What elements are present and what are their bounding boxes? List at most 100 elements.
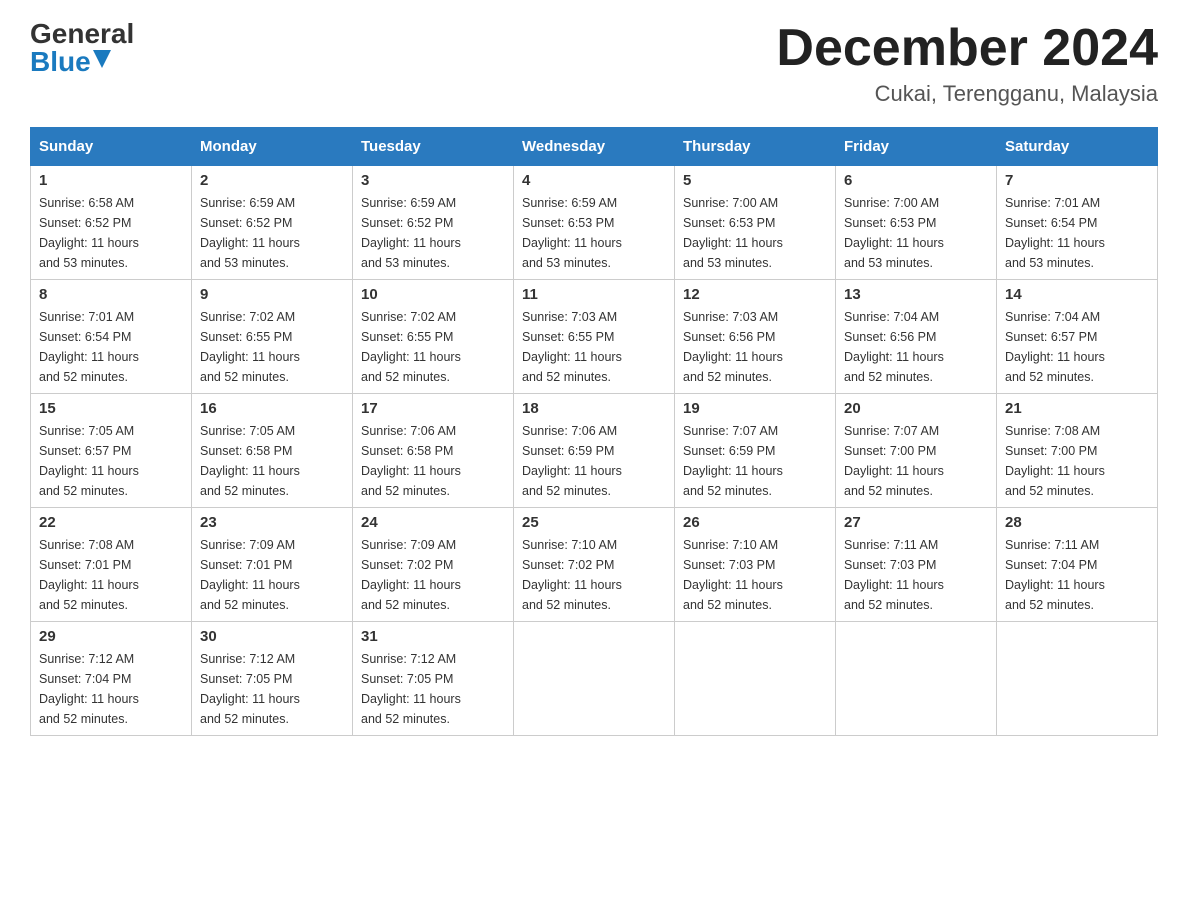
day-info: Sunrise: 7:08 AMSunset: 7:00 PMDaylight:… [1005, 421, 1149, 501]
calendar-day-cell: 14 Sunrise: 7:04 AMSunset: 6:57 PMDayligh… [997, 280, 1158, 394]
calendar-day-cell [997, 622, 1158, 736]
calendar-weekday-thursday: Thursday [675, 128, 836, 166]
day-number: 17 [361, 400, 505, 417]
day-info: Sunrise: 7:05 AMSunset: 6:58 PMDaylight:… [200, 421, 344, 501]
day-number: 5 [683, 172, 827, 189]
calendar-day-cell: 28 Sunrise: 7:11 AMSunset: 7:04 PMDayligh… [997, 508, 1158, 622]
day-info: Sunrise: 7:06 AMSunset: 6:58 PMDaylight:… [361, 421, 505, 501]
calendar-day-cell: 25 Sunrise: 7:10 AMSunset: 7:02 PMDayligh… [514, 508, 675, 622]
calendar-day-cell: 30 Sunrise: 7:12 AMSunset: 7:05 PMDayligh… [192, 622, 353, 736]
day-info: Sunrise: 7:12 AMSunset: 7:05 PMDaylight:… [200, 649, 344, 729]
calendar-day-cell [836, 622, 997, 736]
calendar-day-cell: 2Sunrise: 6:59 AMSunset: 6:52 PMDaylight… [192, 166, 353, 280]
calendar-day-cell: 26 Sunrise: 7:10 AMSunset: 7:03 PMDayligh… [675, 508, 836, 622]
day-info: Sunrise: 7:00 AMSunset: 6:53 PMDaylight:… [844, 193, 988, 273]
day-number: 14 [1005, 286, 1149, 303]
day-number: 4 [522, 172, 666, 189]
day-number: 25 [522, 514, 666, 531]
day-number: 23 [200, 514, 344, 531]
calendar-day-cell: 18 Sunrise: 7:06 AMSunset: 6:59 PMDayligh… [514, 394, 675, 508]
calendar-weekday-monday: Monday [192, 128, 353, 166]
day-info: Sunrise: 7:06 AMSunset: 6:59 PMDaylight:… [522, 421, 666, 501]
day-info: Sunrise: 7:10 AMSunset: 7:03 PMDaylight:… [683, 535, 827, 615]
calendar-day-cell: 23 Sunrise: 7:09 AMSunset: 7:01 PMDayligh… [192, 508, 353, 622]
calendar-day-cell: 6 Sunrise: 7:00 AMSunset: 6:53 PMDaylight… [836, 166, 997, 280]
day-info: Sunrise: 7:11 AMSunset: 7:04 PMDaylight:… [1005, 535, 1149, 615]
day-info: Sunrise: 6:59 AMSunset: 6:53 PMDaylight:… [522, 193, 666, 273]
calendar-table: SundayMondayTuesdayWednesdayThursdayFrid… [30, 127, 1158, 736]
day-info: Sunrise: 7:02 AMSunset: 6:55 PMDaylight:… [361, 307, 505, 387]
day-info: Sunrise: 7:12 AMSunset: 7:05 PMDaylight:… [361, 649, 505, 729]
calendar-day-cell: 1 Sunrise: 6:58 AMSunset: 6:52 PMDaylight… [31, 166, 192, 280]
day-number: 21 [1005, 400, 1149, 417]
calendar-day-cell: 11Sunrise: 7:03 AMSunset: 6:55 PMDayligh… [514, 280, 675, 394]
calendar-day-cell: 24 Sunrise: 7:09 AMSunset: 7:02 PMDayligh… [353, 508, 514, 622]
calendar-week-row: 22 Sunrise: 7:08 AMSunset: 7:01 PMDayligh… [31, 508, 1158, 622]
header: General Blue December 2024 Cukai, Tereng… [30, 20, 1158, 107]
day-number: 22 [39, 514, 183, 531]
day-info: Sunrise: 7:04 AMSunset: 6:56 PMDaylight:… [844, 307, 988, 387]
day-info: Sunrise: 7:01 AMSunset: 6:54 PMDaylight:… [39, 307, 183, 387]
calendar-header-row: SundayMondayTuesdayWednesdayThursdayFrid… [31, 128, 1158, 166]
day-info: Sunrise: 7:11 AMSunset: 7:03 PMDaylight:… [844, 535, 988, 615]
day-info: Sunrise: 7:00 AMSunset: 6:53 PMDaylight:… [683, 193, 827, 273]
page-title: December 2024 [776, 20, 1158, 77]
day-info: Sunrise: 7:02 AMSunset: 6:55 PMDaylight:… [200, 307, 344, 387]
calendar-day-cell: 19Sunrise: 7:07 AMSunset: 6:59 PMDayligh… [675, 394, 836, 508]
calendar-day-cell: 13 Sunrise: 7:04 AMSunset: 6:56 PMDayligh… [836, 280, 997, 394]
calendar-day-cell: 5 Sunrise: 7:00 AMSunset: 6:53 PMDaylight… [675, 166, 836, 280]
logo-triangle-icon [93, 50, 111, 68]
day-info: Sunrise: 6:58 AMSunset: 6:52 PMDaylight:… [39, 193, 183, 273]
day-number: 13 [844, 286, 988, 303]
calendar-week-row: 8 Sunrise: 7:01 AMSunset: 6:54 PMDaylight… [31, 280, 1158, 394]
day-number: 18 [522, 400, 666, 417]
calendar-day-cell [675, 622, 836, 736]
day-info: Sunrise: 6:59 AMSunset: 6:52 PMDaylight:… [200, 193, 344, 273]
day-number: 7 [1005, 172, 1149, 189]
day-info: Sunrise: 7:07 AMSunset: 7:00 PMDaylight:… [844, 421, 988, 501]
day-info: Sunrise: 6:59 AMSunset: 6:52 PMDaylight:… [361, 193, 505, 273]
calendar-day-cell: 27 Sunrise: 7:11 AMSunset: 7:03 PMDayligh… [836, 508, 997, 622]
day-info: Sunrise: 7:03 AMSunset: 6:55 PMDaylight:… [522, 307, 666, 387]
calendar-day-cell: 21 Sunrise: 7:08 AMSunset: 7:00 PMDayligh… [997, 394, 1158, 508]
page-subtitle: Cukai, Terengganu, Malaysia [776, 81, 1158, 107]
calendar-day-cell: 16Sunrise: 7:05 AMSunset: 6:58 PMDayligh… [192, 394, 353, 508]
day-number: 28 [1005, 514, 1149, 531]
calendar-day-cell: 29Sunrise: 7:12 AMSunset: 7:04 PMDayligh… [31, 622, 192, 736]
day-number: 26 [683, 514, 827, 531]
day-number: 8 [39, 286, 183, 303]
calendar-weekday-sunday: Sunday [31, 128, 192, 166]
day-number: 6 [844, 172, 988, 189]
calendar-day-cell: 17 Sunrise: 7:06 AMSunset: 6:58 PMDayligh… [353, 394, 514, 508]
calendar-day-cell [514, 622, 675, 736]
day-info: Sunrise: 7:09 AMSunset: 7:02 PMDaylight:… [361, 535, 505, 615]
calendar-weekday-friday: Friday [836, 128, 997, 166]
calendar-day-cell: 7Sunrise: 7:01 AMSunset: 6:54 PMDaylight… [997, 166, 1158, 280]
day-number: 20 [844, 400, 988, 417]
calendar-day-cell: 10Sunrise: 7:02 AMSunset: 6:55 PMDayligh… [353, 280, 514, 394]
day-number: 30 [200, 628, 344, 645]
calendar-week-row: 29Sunrise: 7:12 AMSunset: 7:04 PMDayligh… [31, 622, 1158, 736]
calendar-day-cell: 15Sunrise: 7:05 AMSunset: 6:57 PMDayligh… [31, 394, 192, 508]
day-number: 1 [39, 172, 183, 189]
day-info: Sunrise: 7:10 AMSunset: 7:02 PMDaylight:… [522, 535, 666, 615]
day-number: 24 [361, 514, 505, 531]
calendar-day-cell: 12Sunrise: 7:03 AMSunset: 6:56 PMDayligh… [675, 280, 836, 394]
day-number: 31 [361, 628, 505, 645]
day-number: 12 [683, 286, 827, 303]
calendar-weekday-saturday: Saturday [997, 128, 1158, 166]
logo-general-text: General [30, 20, 134, 48]
day-number: 27 [844, 514, 988, 531]
calendar-weekday-tuesday: Tuesday [353, 128, 514, 166]
logo: General Blue [30, 20, 134, 76]
title-area: December 2024 Cukai, Terengganu, Malaysi… [776, 20, 1158, 107]
day-info: Sunrise: 7:12 AMSunset: 7:04 PMDaylight:… [39, 649, 183, 729]
day-info: Sunrise: 7:04 AMSunset: 6:57 PMDaylight:… [1005, 307, 1149, 387]
calendar-day-cell: 20 Sunrise: 7:07 AMSunset: 7:00 PMDayligh… [836, 394, 997, 508]
day-number: 3 [361, 172, 505, 189]
calendar-weekday-wednesday: Wednesday [514, 128, 675, 166]
day-info: Sunrise: 7:09 AMSunset: 7:01 PMDaylight:… [200, 535, 344, 615]
calendar-day-cell: 4 Sunrise: 6:59 AMSunset: 6:53 PMDaylight… [514, 166, 675, 280]
day-info: Sunrise: 7:08 AMSunset: 7:01 PMDaylight:… [39, 535, 183, 615]
logo-text: General Blue [30, 20, 134, 76]
